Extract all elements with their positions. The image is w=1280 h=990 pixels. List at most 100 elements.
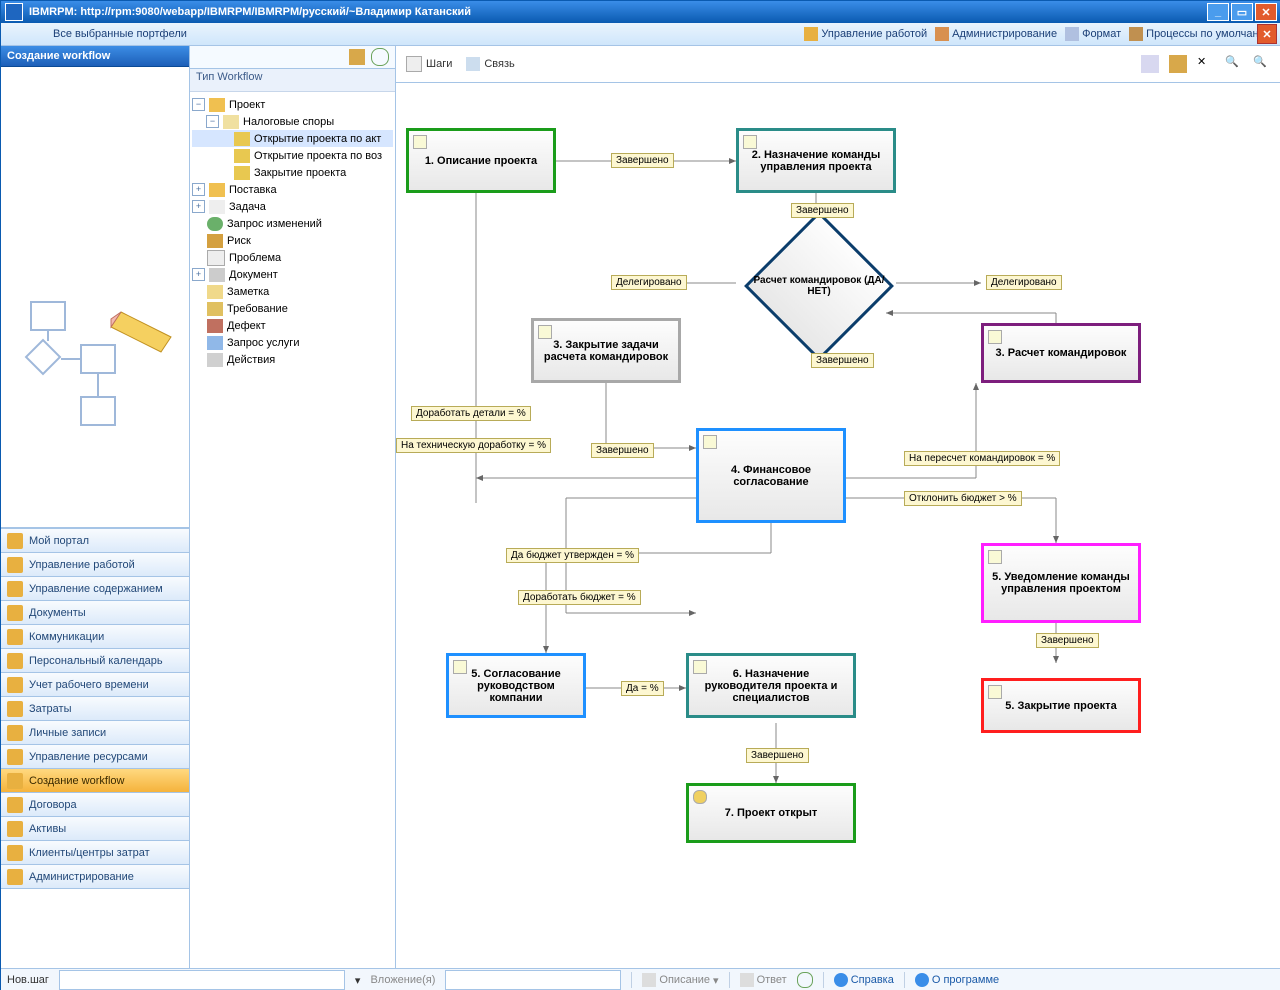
nav-documents[interactable]: Документы [1, 601, 189, 625]
node-1[interactable]: 1. Описание проекта [406, 128, 556, 193]
nav-contracts[interactable]: Договора [1, 793, 189, 817]
nav-clients[interactable]: Клиенты/центры затрат [1, 841, 189, 865]
edge-label: На техническую доработку = % [396, 438, 551, 453]
diagram-thumbnail [1, 67, 189, 528]
nav-admin[interactable]: Администрирование [1, 865, 189, 889]
node-3a[interactable]: 3. Закрытие задачи расчета командировок [531, 318, 681, 383]
print-icon[interactable] [1169, 55, 1187, 73]
tree-tax-disputes[interactable]: −Налоговые споры [192, 113, 393, 130]
zoom-in-icon[interactable]: 🔍 [1225, 55, 1243, 73]
tree-change-req[interactable]: Запрос изменений [192, 215, 393, 232]
tool-link[interactable]: Связь [466, 57, 514, 71]
about-link[interactable]: О программе [915, 973, 999, 987]
edge-label: Да бюджет утвержден = % [506, 548, 639, 563]
panel-close-button[interactable]: ✕ [1257, 24, 1277, 44]
help-link[interactable]: Справка [834, 973, 894, 987]
tree-actions[interactable]: Действия [192, 351, 393, 368]
node-6[interactable]: 6. Назначение руководителя проекта и спе… [686, 653, 856, 718]
edge-label: На пересчет командировок = % [904, 451, 1060, 466]
tree-risk[interactable]: Риск [192, 232, 393, 249]
edge-label: Отклонить бюджет > % [904, 491, 1022, 506]
nav-list: Мой портал Управление работой Управление… [1, 528, 189, 889]
edge-label: Завершено [1036, 633, 1099, 648]
menubar: Все выбранные портфели Управление работо… [1, 23, 1280, 46]
new-step-input[interactable] [59, 970, 345, 990]
zoom-out-icon[interactable]: 🔍 [1253, 55, 1271, 73]
step-icon [988, 330, 1002, 344]
menu-admin[interactable]: Администрирование [935, 27, 1057, 41]
nav-assets[interactable]: Активы [1, 817, 189, 841]
close-button[interactable]: ✕ [1255, 3, 1277, 21]
tree-document[interactable]: +Документ [192, 266, 393, 283]
delete-icon[interactable]: ✕ [1197, 55, 1215, 73]
tool-steps[interactable]: Шаги [406, 56, 452, 72]
edge-label: Да = % [621, 681, 664, 696]
nav-content-mgmt[interactable]: Управление содержанием [1, 577, 189, 601]
maximize-button[interactable]: ▭ [1231, 3, 1253, 21]
edge-label: Делегировано [611, 275, 687, 290]
nav-time-tracking[interactable]: Учет рабочего времени [1, 673, 189, 697]
decision-1[interactable]: Расчет командировок (ДА/НЕТ) [744, 211, 894, 361]
nav-workflow-create[interactable]: Создание workflow [1, 769, 189, 793]
attachments-label[interactable]: Вложение(я) [370, 974, 435, 986]
edge-label: Завершено [746, 748, 809, 763]
tree-requirement[interactable]: Требование [192, 300, 393, 317]
save-icon[interactable] [1141, 55, 1159, 73]
tree-open-act[interactable]: Открытие проекта по акт [192, 130, 393, 147]
step-icon [988, 685, 1002, 699]
nav-work-mgmt[interactable]: Управление работой [1, 553, 189, 577]
refresh-icon[interactable] [797, 972, 813, 988]
nav-my-portal[interactable]: Мой портал [1, 529, 189, 553]
node-4[interactable]: 4. Финансовое согласование [696, 428, 846, 523]
app-icon [5, 3, 23, 21]
step-icon [413, 135, 427, 149]
menu-default-processes[interactable]: Процессы по умолчанию [1129, 27, 1273, 41]
tree-note[interactable]: Заметка [192, 283, 393, 300]
answer-link[interactable]: Ответ [740, 973, 787, 987]
nav-calendar[interactable]: Персональный календарь [1, 649, 189, 673]
status-bar: Нов.шаг ▾ Вложение(я) Описание ▾ Ответ С… [1, 968, 1280, 990]
titlebar: IBMRPM: http://rpm:9080/webapp/IBMRPM/IB… [1, 1, 1280, 23]
tree-defect[interactable]: Дефект [192, 317, 393, 334]
node-5b[interactable]: 5. Уведомление команды управления проект… [981, 543, 1141, 623]
tree-task[interactable]: +Задача [192, 198, 393, 215]
edge-label: Доработать детали = % [411, 406, 531, 421]
nav-communications[interactable]: Коммуникации [1, 625, 189, 649]
tree-title: Тип Workflow [190, 69, 395, 92]
nav-header: Создание workflow [1, 46, 189, 67]
tree-close-project[interactable]: Закрытие проекта [192, 164, 393, 181]
edge-label: Завершено [611, 153, 674, 168]
nav-personal[interactable]: Личные записи [1, 721, 189, 745]
menu-work-mgmt[interactable]: Управление работой [804, 27, 927, 41]
node-2[interactable]: 2. Назначение команды управления проекта [736, 128, 896, 193]
step-icon [453, 660, 467, 674]
workflow-canvas[interactable]: 1. Описание проекта 2. Назначение команд… [396, 83, 1280, 968]
print-icon[interactable] [349, 49, 365, 65]
nav-resource-mgmt[interactable]: Управление ресурсами [1, 745, 189, 769]
step-icon [703, 435, 717, 449]
step-icon [693, 660, 707, 674]
tree-delivery[interactable]: +Поставка [192, 181, 393, 198]
step-icon [988, 550, 1002, 564]
workflow-tree[interactable]: −Проект −Налоговые споры Открытие проект… [190, 92, 395, 968]
node-3b[interactable]: 3. Расчет командировок [981, 323, 1141, 383]
node-5a[interactable]: 5. Согласование руководством компании [446, 653, 586, 718]
tree-problem[interactable]: Проблема [192, 249, 393, 266]
edge-label: Делегировано [986, 275, 1062, 290]
edge-label: Завершено [811, 353, 874, 368]
refresh-icon[interactable] [371, 48, 389, 66]
minimize-button[interactable]: _ [1207, 3, 1229, 21]
tree-project[interactable]: −Проект [192, 96, 393, 113]
tree-toolbar [190, 46, 395, 69]
canvas-toolbar: Шаги Связь ✕ 🔍 🔍 [396, 46, 1280, 83]
nav-costs[interactable]: Затраты [1, 697, 189, 721]
node-5c[interactable]: 5. Закрытие проекта [981, 678, 1141, 733]
node-7[interactable]: 7. Проект открыт [686, 783, 856, 843]
attachments-input[interactable] [445, 970, 621, 990]
step-icon [693, 790, 707, 804]
description-link[interactable]: Описание ▾ [642, 973, 718, 987]
menu-format[interactable]: Формат [1065, 27, 1121, 41]
tree-open-voz[interactable]: Открытие проекта по воз [192, 147, 393, 164]
tree-service-req[interactable]: Запрос услуги [192, 334, 393, 351]
portfolio-label[interactable]: Все выбранные портфели [9, 28, 804, 40]
